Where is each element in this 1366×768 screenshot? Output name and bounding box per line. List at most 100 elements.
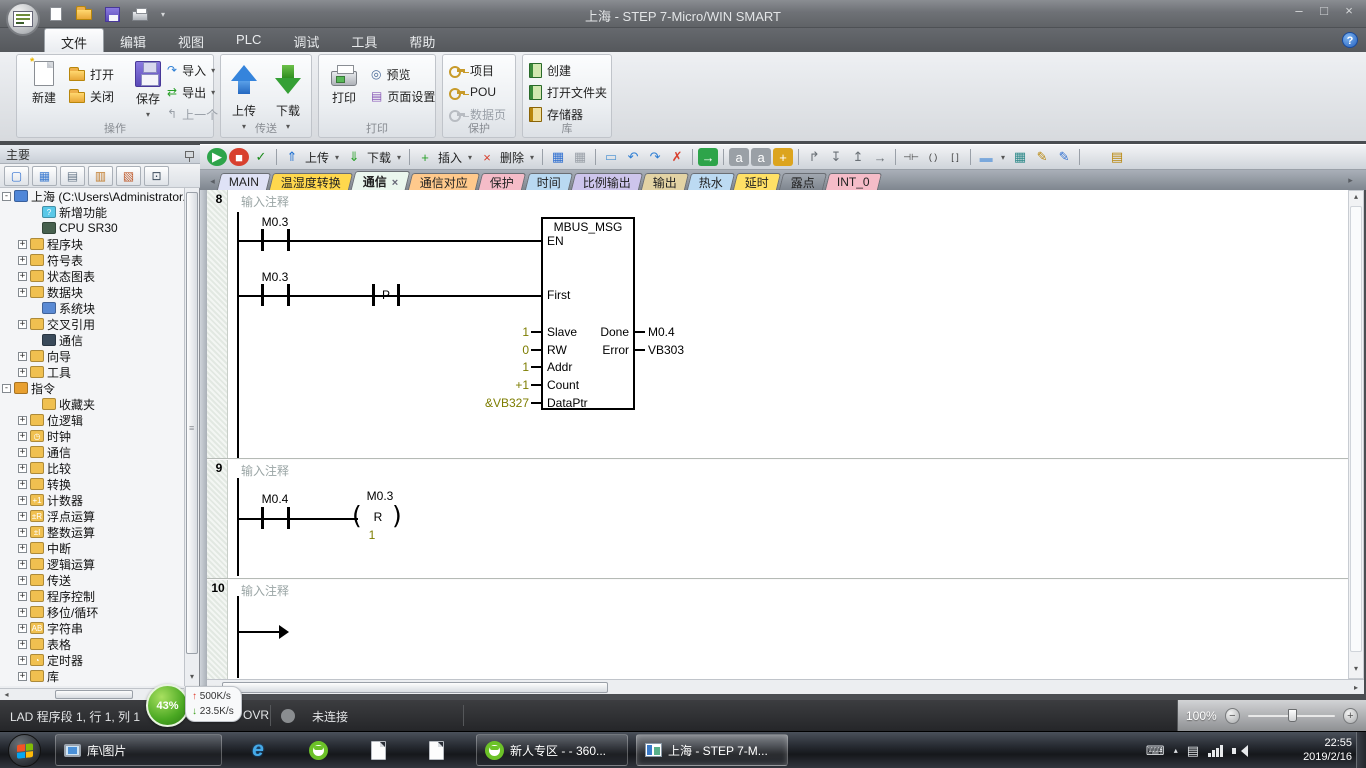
- export-button[interactable]: ⇄ 导出 ▾: [167, 83, 215, 101]
- tree-expander-icon[interactable]: +: [18, 256, 27, 265]
- tree-item[interactable]: 收藏夹: [0, 396, 184, 412]
- pou-tab[interactable]: 输出: [640, 173, 688, 190]
- tree-item[interactable]: ? 新增功能: [0, 204, 184, 220]
- coil-count-value[interactable]: 1: [350, 528, 394, 542]
- pou-tab[interactable]: 露点: [778, 173, 826, 190]
- tree-expander-icon[interactable]: +: [18, 368, 27, 377]
- save-dropdown-icon[interactable]: ▾: [146, 110, 150, 119]
- tree-item[interactable]: - 上海 (C:\Users\Administrator..: [0, 188, 184, 204]
- tree-expander-icon[interactable]: +: [18, 576, 27, 585]
- menu-tab[interactable]: 帮助: [393, 28, 451, 52]
- run-icon[interactable]: ▶: [207, 148, 227, 166]
- minimize-button[interactable]: –: [1288, 4, 1310, 20]
- scroll-down-icon[interactable]: ▾: [186, 672, 198, 684]
- export-dropdown-icon[interactable]: ▾: [211, 88, 215, 97]
- tree-item[interactable]: + ±I 整数运算: [0, 524, 184, 540]
- tab-close-icon[interactable]: ×: [392, 177, 398, 189]
- tree-item[interactable]: + ◔ 定时器: [0, 652, 184, 668]
- pou-tab[interactable]: 比例输出: [570, 173, 642, 190]
- protect-pou-button[interactable]: POU: [449, 83, 496, 101]
- menu-tab[interactable]: 视图: [162, 28, 220, 52]
- insert-branch-up-icon[interactable]: ↧: [826, 148, 846, 166]
- new-button[interactable]: * 新建: [21, 61, 67, 106]
- taskbar-icon-document[interactable]: [356, 736, 400, 764]
- taskbar-icon-360[interactable]: [296, 736, 340, 764]
- download-icon[interactable]: ⇓: [344, 148, 364, 166]
- download-dropdown-icon[interactable]: ▾: [394, 148, 404, 166]
- tree-item[interactable]: + ±R 浮点运算: [0, 508, 184, 524]
- tree-expander-icon[interactable]: +: [18, 432, 27, 441]
- upload-label[interactable]: 上传: [304, 148, 330, 166]
- scrollbar-thumb[interactable]: [186, 192, 198, 654]
- tree-item[interactable]: + 符号表: [0, 252, 184, 268]
- preview-button[interactable]: ◎ 预览: [371, 65, 411, 83]
- panel-splitter[interactable]: [200, 190, 207, 700]
- tag-dropdown-icon[interactable]: ▾: [998, 148, 1008, 166]
- lock-pou-icon[interactable]: a: [729, 148, 749, 166]
- menu-tab[interactable]: 调试: [277, 28, 335, 52]
- menu-tab[interactable]: PLC: [220, 28, 277, 52]
- tree-expander-icon[interactable]: +: [18, 288, 27, 297]
- tree-expander-icon[interactable]: +: [18, 320, 27, 329]
- print-icon[interactable]: [130, 4, 150, 24]
- insert-icon[interactable]: +: [415, 148, 435, 166]
- input-value-rw[interactable]: 0: [429, 343, 529, 357]
- scroll-right-icon[interactable]: ▸: [1348, 679, 1364, 694]
- taskbar-button-step7[interactable]: 上海 - STEP 7-M...: [636, 734, 788, 766]
- lock-project-icon[interactable]: a: [751, 148, 771, 166]
- symbol-table-view-icon[interactable]: ▦: [32, 166, 57, 186]
- tree-item[interactable]: + AB 字符串: [0, 620, 184, 636]
- separator[interactable]: [723, 149, 724, 165]
- app-icon[interactable]: [6, 2, 40, 36]
- start-button[interactable]: [8, 734, 41, 767]
- save-button[interactable]: 保存 ▾: [125, 61, 171, 119]
- tab-scroll-right-icon[interactable]: ▸: [1344, 172, 1357, 188]
- merge-branch-icon[interactable]: ↥: [848, 148, 868, 166]
- insert-branch-down-icon[interactable]: ↱: [804, 148, 824, 166]
- insert-box-icon[interactable]: [ ]: [945, 148, 965, 166]
- safely-remove-icon[interactable]: ▤: [1187, 743, 1199, 759]
- keyboard-icon[interactable]: ⌨: [1146, 743, 1165, 759]
- ladder-horizontal-scrollbar[interactable]: ◂: [207, 679, 1348, 694]
- menu-tab[interactable]: 文件: [44, 28, 104, 52]
- edit-symbol-table-icon[interactable]: ✎: [1032, 148, 1052, 166]
- go-online-icon[interactable]: →: [698, 148, 718, 166]
- contact-operand[interactable]: M0.3: [250, 270, 300, 284]
- tree-expander-icon[interactable]: -: [2, 192, 11, 201]
- memory-percent-ball[interactable]: 43%: [146, 684, 189, 727]
- tree-item[interactable]: + 库: [0, 668, 184, 684]
- tree-item[interactable]: + 传送: [0, 572, 184, 588]
- separator[interactable]: [595, 149, 596, 165]
- tree-item[interactable]: + 交叉引用: [0, 316, 184, 332]
- compile-icon[interactable]: ✓: [251, 148, 271, 166]
- delete-icon[interactable]: ×: [477, 148, 497, 166]
- print-button[interactable]: 打印: [321, 61, 367, 106]
- tree-expander-icon[interactable]: +: [18, 656, 27, 665]
- tree-item[interactable]: + 通信: [0, 444, 184, 460]
- protect-project-button[interactable]: 项目: [449, 61, 494, 79]
- help-icon[interactable]: ?: [1342, 32, 1358, 48]
- insert-contact-icon[interactable]: ⊣⊢: [901, 148, 921, 166]
- library-create-button[interactable]: 创建: [529, 61, 571, 79]
- separator[interactable]: [970, 149, 971, 165]
- pou-tab[interactable]: 热水: [686, 173, 734, 190]
- address-tag-icon[interactable]: ▬: [976, 148, 996, 166]
- tree-item[interactable]: + 转换: [0, 476, 184, 492]
- scrollbar-thumb[interactable]: [55, 690, 133, 699]
- scrollbar-thumb[interactable]: [222, 682, 608, 693]
- lock-add-icon[interactable]: +: [773, 148, 793, 166]
- tree-expander-icon[interactable]: +: [18, 416, 27, 425]
- contact-operand[interactable]: M0.3: [250, 215, 300, 229]
- separator[interactable]: [276, 149, 277, 165]
- input-value-addr[interactable]: 1: [429, 360, 529, 374]
- taskbar-button-360[interactable]: 新人专区 - - 360...: [476, 734, 628, 766]
- volume-icon[interactable]: [1232, 745, 1246, 757]
- pin-icon[interactable]: [185, 151, 194, 158]
- selection-box-icon[interactable]: ▭: [601, 148, 621, 166]
- qat-more-icon[interactable]: ▾: [158, 4, 168, 24]
- separator[interactable]: [1079, 149, 1080, 165]
- input-value-slave[interactable]: 1: [429, 325, 529, 339]
- pou-tab[interactable]: INT_0: [824, 173, 881, 190]
- tree-expander-icon[interactable]: +: [18, 464, 27, 473]
- stop-icon[interactable]: ■: [229, 148, 249, 166]
